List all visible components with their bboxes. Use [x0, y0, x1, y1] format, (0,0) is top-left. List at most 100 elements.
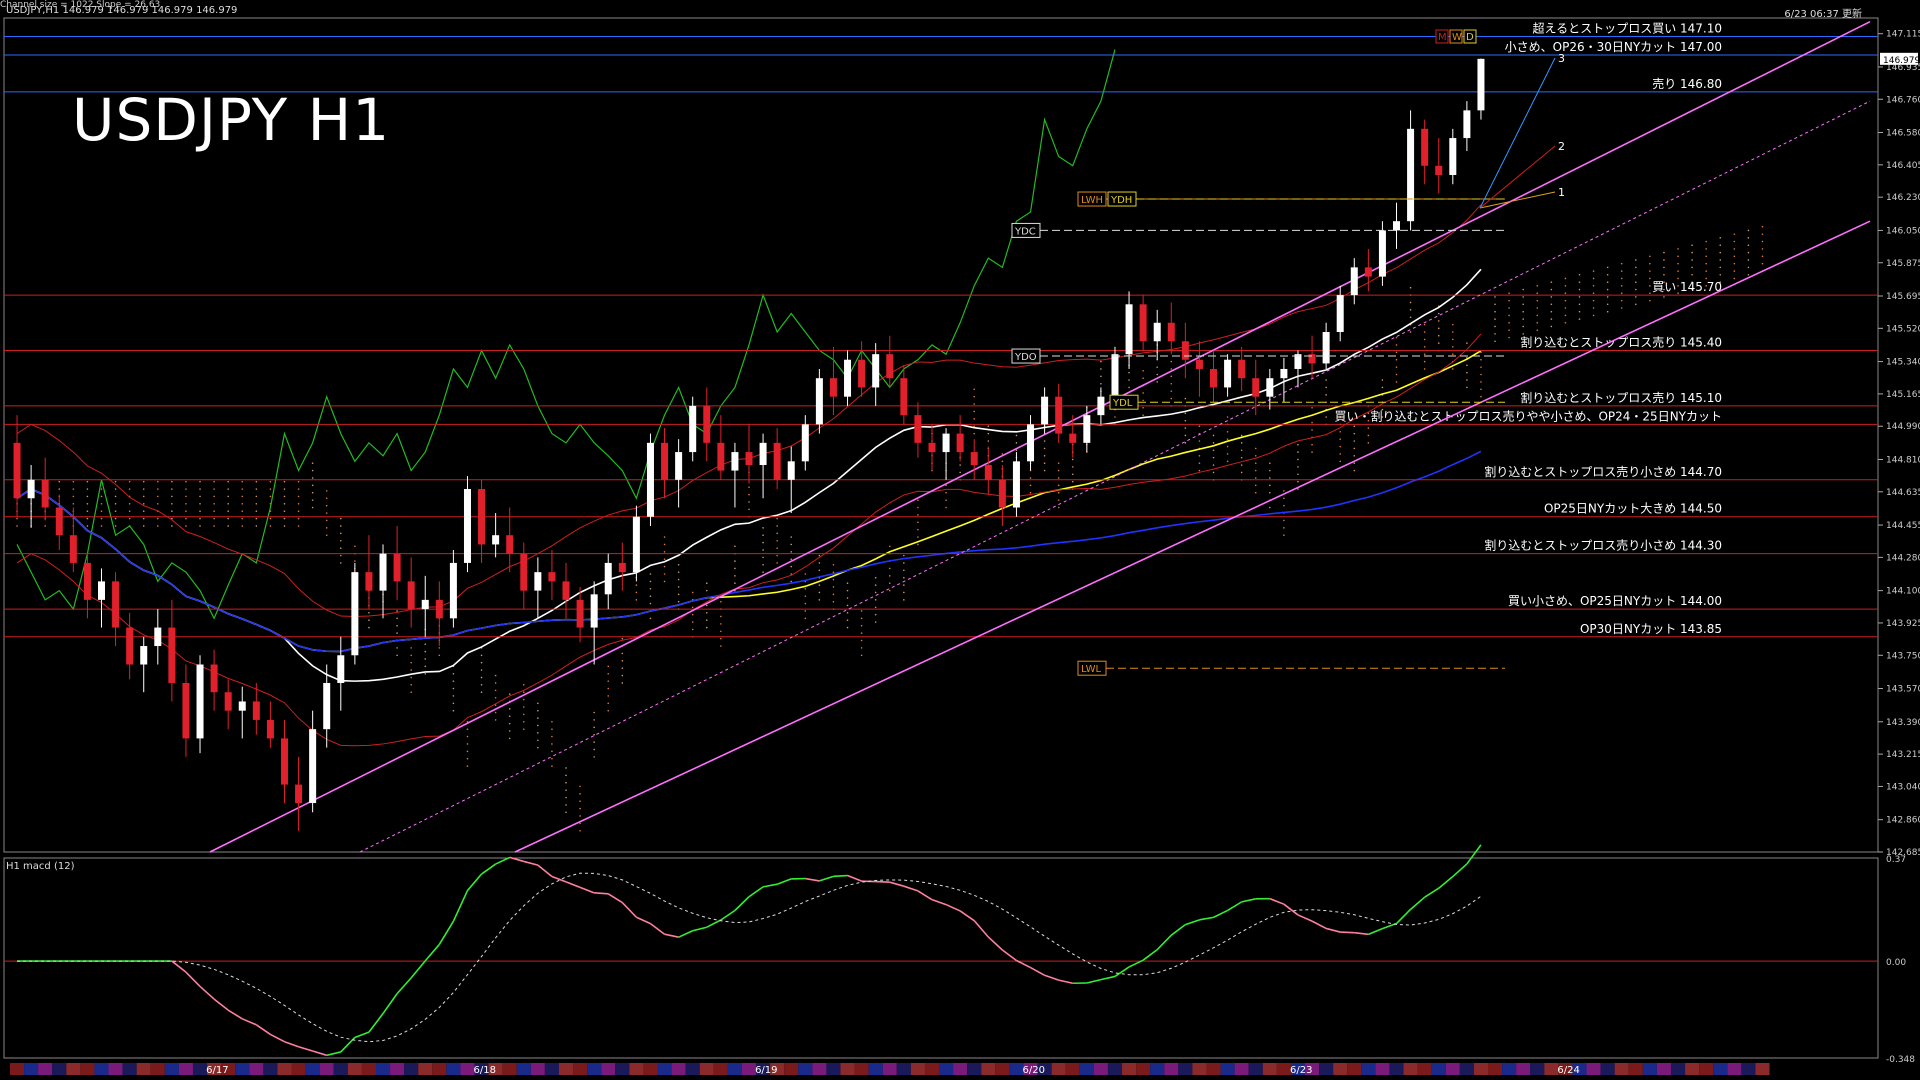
- cloud-dot: [325, 490, 328, 492]
- candle-body: [224, 692, 232, 711]
- cloud-dot: [1649, 285, 1651, 287]
- cloud-dot: [1437, 320, 1440, 322]
- cloud-dot: [677, 578, 680, 581]
- cloud-dot: [157, 480, 159, 483]
- cloud-dot: [1550, 318, 1553, 320]
- cloud-dot: [973, 403, 976, 405]
- cloud-dot: [396, 632, 398, 634]
- candle-body: [604, 562, 612, 595]
- cloud-dot: [466, 735, 469, 738]
- cloud-dot: [1522, 310, 1524, 313]
- macd-line-segment: [1395, 908, 1412, 925]
- cloud-dot: [213, 488, 215, 490]
- cloud-dot: [1761, 225, 1764, 228]
- cloud-dot: [410, 647, 412, 649]
- macd-line-segment: [481, 863, 497, 875]
- cloud-dot: [579, 815, 581, 817]
- cloud-dot: [1423, 331, 1426, 333]
- cloud-dot: [1508, 307, 1510, 309]
- cloud-dot: [945, 506, 947, 509]
- cloud-dot: [1705, 248, 1707, 250]
- cloud-dot: [1170, 397, 1173, 400]
- cloud-dot: [128, 480, 131, 483]
- cloud-dot: [171, 525, 173, 527]
- cloud-dot: [1283, 527, 1285, 529]
- cloud-dot: [58, 480, 61, 483]
- cloud-dot: [663, 558, 666, 561]
- macd-line-segment: [1325, 927, 1341, 933]
- cloud-dot: [452, 702, 455, 705]
- macd-line-segment: [1185, 919, 1200, 926]
- cloud-dot: [1536, 285, 1539, 287]
- level-label: 割り込むとストップロス売り小さめ 144.30: [1484, 538, 1722, 553]
- cloud-dot: [1100, 368, 1102, 370]
- cloud-dot: [1283, 534, 1285, 537]
- cloud-dot: [1564, 277, 1567, 280]
- date-bar-cell: [1488, 1063, 1503, 1075]
- cloud-dot: [142, 480, 145, 483]
- cloud-dot: [537, 739, 539, 742]
- cloud-dot: [1043, 447, 1046, 450]
- cloud-dot: [607, 702, 610, 705]
- candle-body: [478, 489, 486, 545]
- cloud-dot: [1437, 342, 1440, 344]
- cloud-dot: [339, 532, 342, 535]
- cloud-dot: [973, 410, 976, 413]
- date-bar-cell: [1375, 1063, 1390, 1075]
- cloud-dot: [311, 477, 314, 479]
- cloud-dot: [1029, 491, 1032, 494]
- cloud-dot: [1494, 340, 1496, 343]
- date-bar-cell: [1192, 1063, 1207, 1075]
- cloud-dot: [860, 617, 863, 620]
- cloud-dot: [171, 495, 173, 498]
- macd-line-segment: [917, 890, 933, 901]
- cloud-dot: [1761, 233, 1764, 235]
- cloud-dot: [705, 604, 708, 607]
- cloud-dot: [128, 503, 131, 505]
- macd-line-segment: [241, 1018, 257, 1026]
- cloud-dot: [311, 506, 314, 509]
- cloud-dot: [1057, 484, 1060, 487]
- macd-line-segment: [1170, 924, 1186, 936]
- cloud-dot: [86, 495, 89, 498]
- cloud-dot: [522, 713, 525, 716]
- cloud-dot: [551, 757, 553, 760]
- cloud-dot: [1184, 427, 1187, 429]
- macd-line-segment: [368, 1013, 384, 1033]
- cloud-dot: [621, 674, 624, 677]
- cloud-dot: [480, 654, 483, 657]
- cloud-dot: [1212, 471, 1215, 474]
- cloud-dot: [579, 793, 581, 795]
- cloud-dot: [1269, 462, 1271, 464]
- cloud-dot: [832, 571, 835, 573]
- cloud-dot: [1677, 270, 1679, 272]
- cloud-dot: [1114, 416, 1116, 418]
- candle-body: [421, 599, 429, 610]
- cloud-dot: [649, 573, 652, 575]
- cloud-dot: [1480, 366, 1482, 368]
- cloud-dot: [1423, 345, 1426, 348]
- level-label: OP30日NYカット 143.85: [1580, 622, 1722, 636]
- cloud-dot: [255, 510, 258, 512]
- macd-line-segment: [607, 893, 623, 904]
- cloud-dot: [1606, 310, 1609, 313]
- cloud-dot: [649, 602, 652, 605]
- cloud-dot: [1705, 255, 1707, 258]
- symbol-header: USDJPY,H1 146.979 146.979 146.979 146.97…: [6, 5, 238, 16]
- macd-line-segment: [396, 977, 412, 995]
- macd-line-segment: [720, 909, 736, 921]
- cloud-dot: [1001, 453, 1004, 455]
- cloud-dot: [705, 611, 708, 614]
- candle-body: [829, 378, 837, 397]
- cloud-dot: [452, 695, 455, 697]
- candle-body: [1153, 322, 1161, 342]
- macd-line-segment: [227, 1009, 243, 1020]
- candle-body: [1139, 304, 1147, 342]
- date-bar-cell: [66, 1063, 81, 1075]
- cloud-dot: [1480, 373, 1482, 376]
- y-tick-label: 146.050: [1886, 226, 1920, 236]
- candle-body: [252, 701, 260, 720]
- macd-line-segment: [1100, 975, 1116, 981]
- cloud-dot: [1452, 368, 1454, 370]
- cloud-dot: [1381, 379, 1384, 381]
